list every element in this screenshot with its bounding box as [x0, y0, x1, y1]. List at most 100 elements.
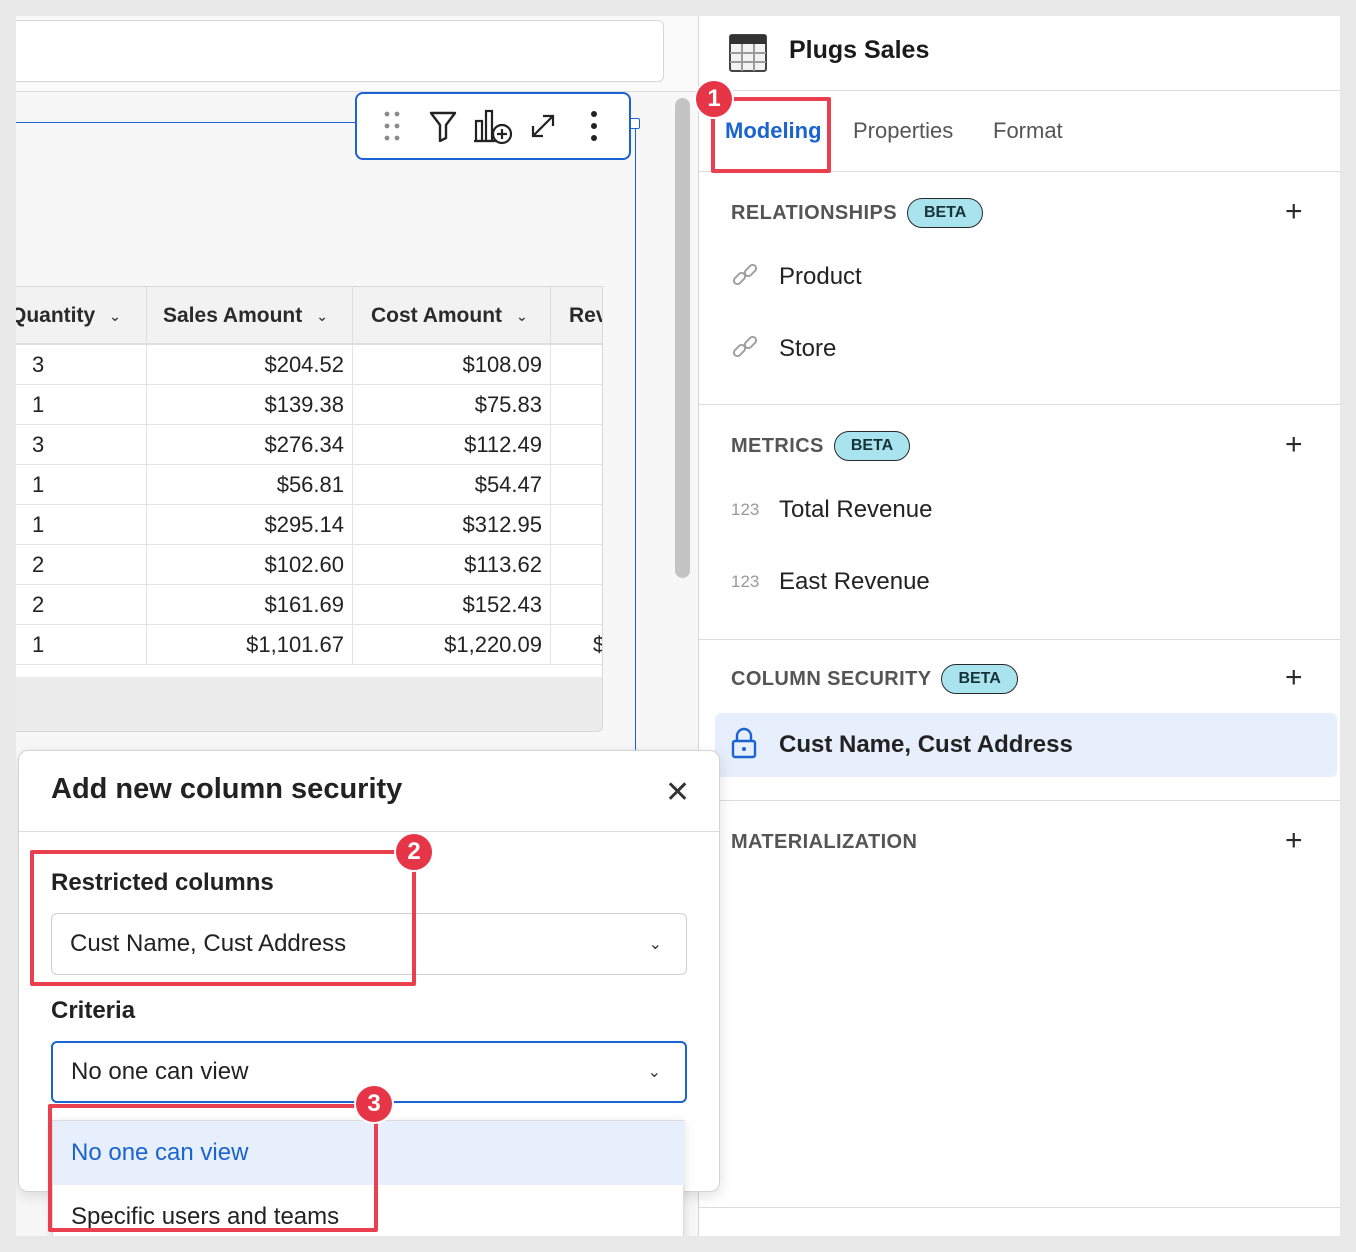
expand-icon[interactable] — [523, 106, 563, 146]
relationships-label: RELATIONSHIPS — [731, 201, 897, 224]
add-column-security-button[interactable]: + — [1285, 663, 1303, 693]
table-cell[interactable]: $113.62 — [353, 545, 551, 585]
table-cell[interactable]: $276.34 — [147, 425, 353, 465]
table-cell[interactable]: 2 — [16, 545, 147, 585]
table-cell[interactable]: $161.69 — [147, 585, 353, 625]
number-icon: 123 — [731, 572, 760, 591]
table-cell[interactable]: $112.49 — [353, 425, 551, 465]
panel-title: Plugs Sales — [789, 36, 930, 64]
column-header-sales-amount[interactable]: Sales Amount ⌄ — [147, 287, 353, 345]
table-cell[interactable]: $204.52 — [147, 345, 353, 385]
add-metric-button[interactable]: + — [1285, 430, 1303, 460]
table-row[interactable]: 2 $102.60 $113.62 — [16, 545, 602, 585]
element-toolbar — [355, 92, 631, 160]
table-cell[interactable]: 1 — [16, 505, 147, 545]
table-cell[interactable]: $56.81 — [147, 465, 353, 505]
table-cell[interactable] — [551, 585, 602, 625]
add-chart-icon[interactable] — [473, 106, 513, 146]
annotation-badge-3: 3 — [354, 1084, 394, 1124]
table-row[interactable]: 1$1,101.67$1,220.09$ — [16, 625, 602, 665]
filter-icon[interactable] — [423, 106, 463, 146]
relationship-item-store[interactable]: Store — [731, 329, 836, 369]
table-cell[interactable] — [551, 465, 602, 505]
table-cell[interactable]: $54.47 — [353, 465, 551, 505]
table-cell[interactable]: 3 — [16, 425, 147, 465]
panel-header: Plugs Sales — [699, 16, 1340, 91]
link-icon — [731, 261, 763, 294]
chevron-down-icon[interactable]: ⌄ — [516, 308, 528, 325]
chevron-down-icon: ⌄ — [647, 1064, 661, 1081]
metric-item-total-revenue[interactable]: 123 Total Revenue — [731, 490, 932, 530]
metrics-section: METRICS BETA + 123 Total Revenue 123 Eas… — [699, 406, 1340, 640]
tab-properties[interactable]: Properties — [853, 118, 953, 144]
annotation-badge-1: 1 — [694, 79, 734, 119]
table-cell[interactable]: 3 — [16, 345, 147, 385]
metrics-label: METRICS — [731, 434, 824, 457]
table-cell[interactable]: $1,220.09 — [353, 625, 551, 665]
tab-format[interactable]: Format — [993, 118, 1063, 144]
add-relationship-button[interactable]: + — [1285, 197, 1303, 227]
add-materialization-button[interactable]: + — [1285, 826, 1303, 856]
top-bar — [16, 20, 664, 82]
column-security-section: COLUMN SECURITY BETA + Cust Name, Cust A… — [699, 641, 1340, 801]
number-icon: 123 — [731, 500, 760, 519]
table-body: 3 $204.52 $108.09 1 $139.38 $75.83 3 $276.34 $11… — [16, 345, 602, 677]
table-cell[interactable]: 1 — [16, 625, 147, 665]
column-header-rev[interactable]: Rev — [551, 287, 602, 345]
table-cell[interactable]: $108.09 — [353, 345, 551, 385]
canvas-scrollbar[interactable] — [675, 98, 690, 578]
chevron-down-icon: ⌄ — [648, 936, 662, 953]
column-security-item[interactable]: Cust Name, Cust Address — [731, 725, 1073, 765]
data-table: Quantity⌄ Sales Amount⌄ Cost Amount⌄ Rev… — [16, 286, 603, 732]
criteria-label: Criteria — [51, 997, 136, 1024]
table-row[interactable]: 3 $204.52 $108.09 — [16, 345, 602, 385]
annotation-badge-2: 2 — [394, 832, 434, 872]
table-cell[interactable] — [551, 385, 602, 425]
table-row[interactable]: 1 $139.38 $75.83 — [16, 385, 602, 425]
table-cell[interactable]: $139.38 — [147, 385, 353, 425]
table-cell[interactable] — [551, 345, 602, 385]
table-cell[interactable] — [551, 425, 602, 465]
dialog-title: Add new column security — [51, 773, 403, 805]
column-security-label: COLUMN SECURITY — [731, 667, 932, 690]
column-header-cost-amount[interactable]: Cost Amount ⌄ — [353, 287, 551, 345]
table-cell[interactable] — [551, 505, 602, 545]
table-cell[interactable]: 1 — [16, 385, 147, 425]
column-header-quantity[interactable]: Quantity ⌄ — [16, 287, 147, 345]
table-icon — [729, 34, 767, 77]
table-header: Quantity⌄ Sales Amount⌄ Cost Amount⌄ Rev — [16, 287, 602, 345]
metric-item-east-revenue[interactable]: 123 East Revenue — [731, 562, 930, 602]
editor-panel: Plugs Sales Modeling Properties Format R… — [698, 16, 1340, 1236]
chevron-down-icon[interactable]: ⌄ — [109, 308, 121, 325]
table-cell[interactable]: 2 — [16, 585, 147, 625]
app-frame: Quantity⌄ Sales Amount⌄ Cost Amount⌄ Rev… — [16, 16, 1340, 1236]
more-options-icon[interactable] — [574, 106, 614, 146]
annotation-box-2 — [30, 850, 416, 986]
table-row[interactable]: 2 $161.69 $152.43 — [16, 585, 602, 625]
relationship-item-product[interactable]: Product — [731, 257, 862, 297]
table-row[interactable]: 1 $56.81 $54.47 — [16, 465, 602, 505]
table-cell[interactable]: $152.43 — [353, 585, 551, 625]
table-cell[interactable]: $75.83 — [353, 385, 551, 425]
annotation-box-3 — [48, 1104, 378, 1232]
table-cell[interactable]: $295.14 — [147, 505, 353, 545]
dialog-divider — [19, 831, 719, 832]
materialization-section: MATERIALIZATION + — [699, 802, 1340, 1208]
table-cell[interactable]: 1 — [16, 465, 147, 505]
chevron-down-icon[interactable]: ⌄ — [316, 308, 328, 325]
table-cell[interactable] — [551, 545, 602, 585]
table-cell[interactable]: $312.95 — [353, 505, 551, 545]
beta-badge: BETA — [906, 198, 984, 228]
table-cell[interactable]: $102.60 — [147, 545, 353, 585]
table-row[interactable]: 3 $276.34 $112.49 — [16, 425, 602, 465]
table-cell[interactable]: $1,101.67 — [147, 625, 353, 665]
drag-handle-icon[interactable] — [372, 106, 412, 146]
beta-badge: BETA — [941, 664, 1018, 694]
link-icon — [731, 333, 763, 366]
lock-icon — [731, 727, 763, 764]
materialization-label: MATERIALIZATION — [731, 830, 918, 853]
close-icon[interactable]: ✕ — [665, 775, 690, 810]
table-cell[interactable]: $ — [551, 625, 602, 665]
beta-badge: BETA — [833, 431, 911, 461]
table-row[interactable]: 1 $295.14 $312.95 — [16, 505, 602, 545]
